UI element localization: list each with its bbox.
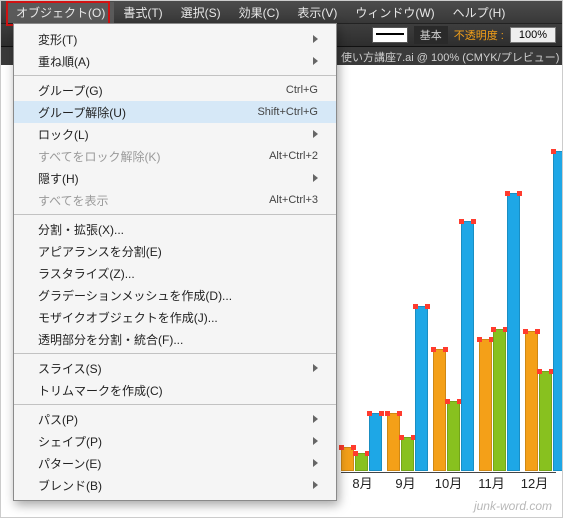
menu-type[interactable]: 書式(T) [114,2,171,23]
object-menu: 変形(T) 重ね順(A) グループ(G)Ctrl+G グループ解除(U)Shif… [13,23,337,501]
stroke-preview[interactable] [372,27,408,43]
menu-help[interactable]: ヘルプ(H) [444,2,515,23]
bar[interactable] [355,453,368,471]
opacity-value[interactable]: 100% [510,27,556,43]
mi-lock[interactable]: ロック(L) [14,123,336,145]
mi-hide[interactable]: 隠す(H) [14,167,336,189]
watermark: junk-word.com [474,499,552,513]
mi-slice[interactable]: スライス(S) [14,357,336,379]
bar[interactable] [553,151,563,471]
menu-select[interactable]: 選択(S) [172,2,230,23]
bar[interactable] [461,221,474,471]
mi-ungroup[interactable]: グループ解除(U)Shift+Ctrl+G [14,101,336,123]
chart[interactable] [341,135,556,471]
axis-label: 9月 [384,473,427,495]
mi-arrange[interactable]: 重ね順(A) [14,50,336,72]
axis-label: 8月 [341,473,384,495]
mi-mosaic[interactable]: モザイクオブジェクトを作成(J)... [14,306,336,328]
bar[interactable] [525,331,538,471]
menu-window[interactable]: ウィンドウ(W) [346,2,443,23]
menu-view[interactable]: 表示(V) [288,2,346,23]
bar[interactable] [493,329,506,471]
mi-shape[interactable]: シェイプ(P) [14,430,336,452]
axis-label: 11月 [470,473,513,495]
menu-effect[interactable]: 効果(C) [230,2,289,23]
mi-blend[interactable]: ブレンド(B) [14,474,336,496]
chart-axis-labels: 8月 9月 10月 11月 12月 [341,473,556,495]
menu-bar: オブジェクト(O) 書式(T) 選択(S) 効果(C) 表示(V) ウィンドウ(… [1,1,562,24]
menu-object[interactable]: オブジェクト(O) [7,2,114,23]
mi-rasterize[interactable]: ラスタライズ(Z)... [14,262,336,284]
bar[interactable] [369,413,382,471]
mi-show-all: すべてを表示Alt+Ctrl+3 [14,189,336,211]
bar[interactable] [539,371,552,471]
bar[interactable] [415,306,428,471]
bar[interactable] [447,401,460,471]
mi-transform[interactable]: 変形(T) [14,28,336,50]
axis-label: 12月 [513,473,556,495]
bar[interactable] [387,413,400,471]
chart-bars [341,135,556,471]
document-tab[interactable]: 使い方講座7.ai @ 100% (CMYK/プレビュー) [341,49,559,65]
mi-group[interactable]: グループ(G)Ctrl+G [14,79,336,101]
opacity-label: 不透明度 : [454,27,504,43]
mi-unlock-all: すべてをロック解除(K)Alt+Ctrl+2 [14,145,336,167]
bar[interactable] [401,437,414,471]
axis-label: 10月 [427,473,470,495]
mi-flatten[interactable]: 透明部分を分割・統合(F)... [14,328,336,350]
mi-gradient-mesh[interactable]: グラデーションメッシュを作成(D)... [14,284,336,306]
app-window: オブジェクト(O) 書式(T) 選択(S) 効果(C) 表示(V) ウィンドウ(… [0,0,563,518]
mi-path[interactable]: パス(P) [14,408,336,430]
bar[interactable] [507,193,520,471]
style-preset[interactable]: 基本 [414,26,448,44]
mi-expand-appearance[interactable]: アピアランスを分割(E) [14,240,336,262]
mi-pattern[interactable]: パターン(E) [14,452,336,474]
bar[interactable] [479,339,492,471]
mi-trim-marks[interactable]: トリムマークを作成(C) [14,379,336,401]
bar[interactable] [433,349,446,471]
mi-expand[interactable]: 分割・拡張(X)... [14,218,336,240]
